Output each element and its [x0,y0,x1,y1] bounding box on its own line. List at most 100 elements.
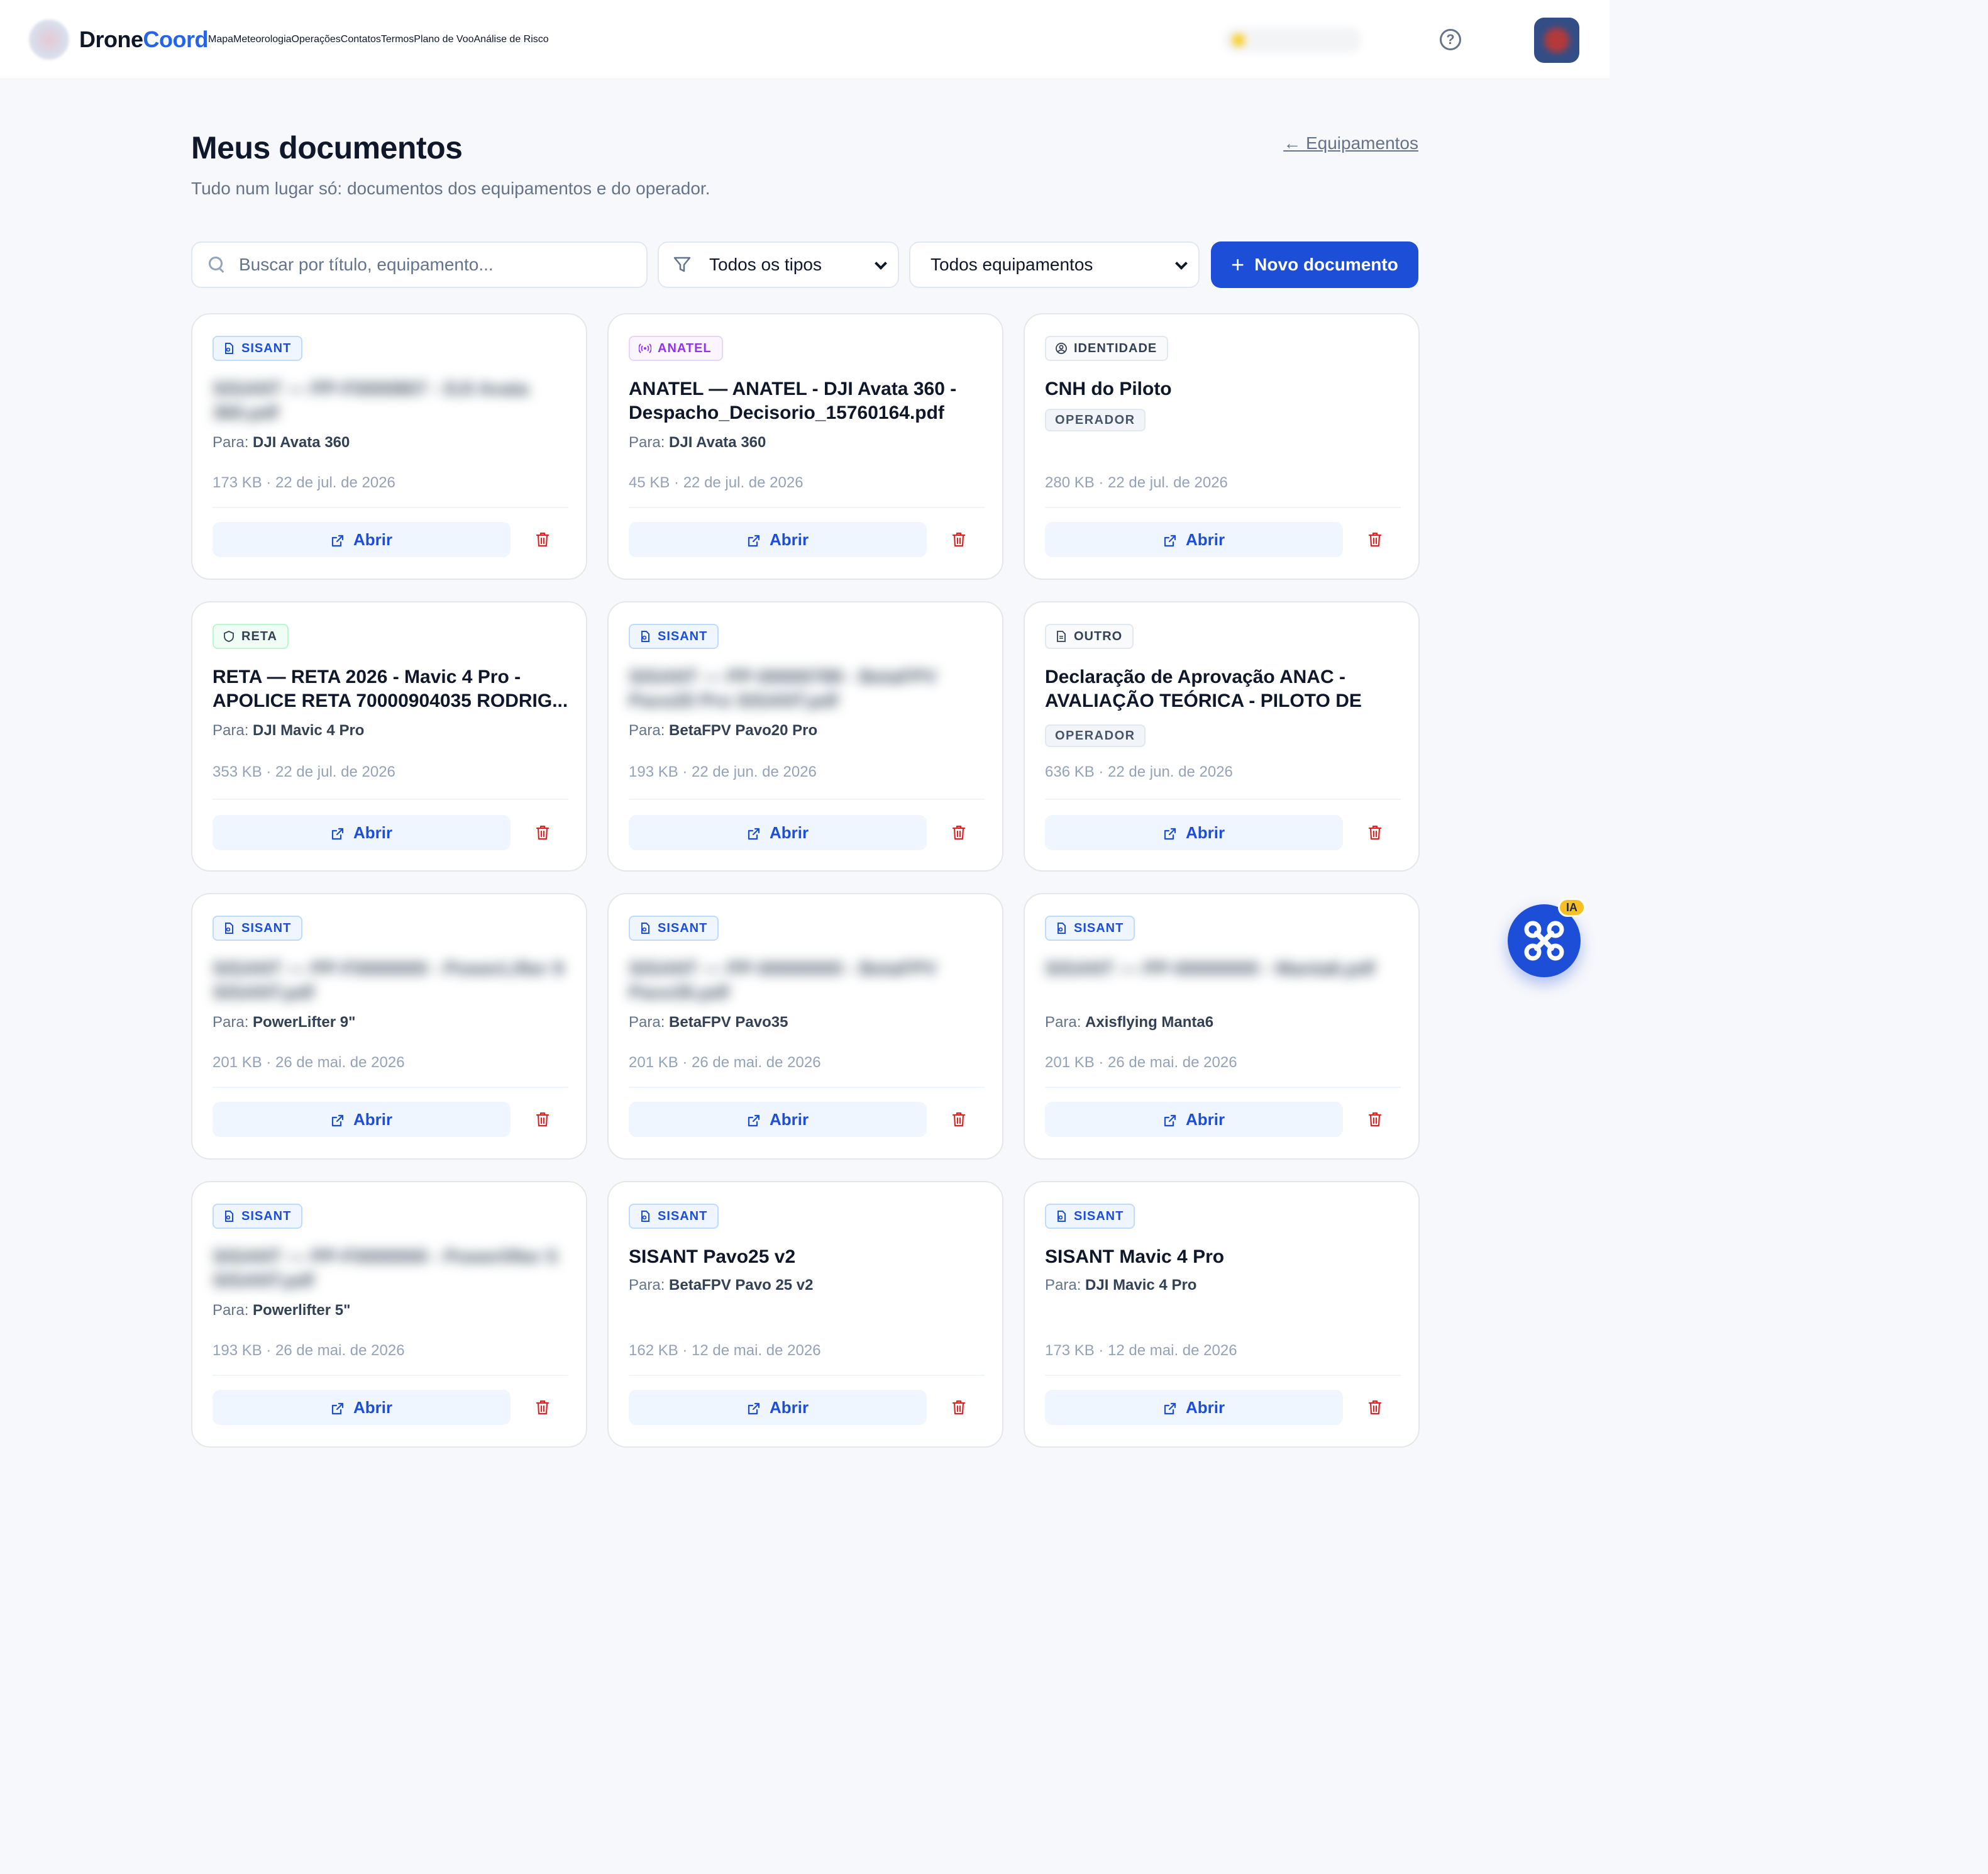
document-meta: 45 KB · 22 de jul. de 2026 [629,474,803,491]
open-document-button[interactable]: Abrir [629,1390,927,1425]
external-link-icon [1163,533,1177,547]
trash-icon[interactable] [536,1111,549,1128]
type-filter-select[interactable]: Todos os tipos [658,241,899,288]
equipment-filter-select[interactable]: Todos equipamentos [909,241,1200,288]
document-type-badge: OUTRO [1045,624,1134,649]
nav-item-termos[interactable]: Termos [381,34,414,45]
document-type-badge: IDENTIDADE [1045,336,1169,361]
app-name: DroneCoord [79,26,209,52]
file-text-icon [1055,630,1068,643]
help-icon[interactable]: ? [1440,29,1461,50]
chevron-down-icon [875,257,887,270]
nav-item-mapa[interactable]: Mapa [208,34,233,45]
nav-item-meteorologia[interactable]: Meteorologia [233,34,292,45]
trash-icon[interactable] [1368,824,1382,841]
open-document-button[interactable]: Abrir [1045,1390,1343,1425]
divider [629,507,985,508]
nav-item-contatos[interactable]: Contatos [341,34,381,45]
radio-icon [638,342,652,355]
document-card: RETA RETA — RETA 2026 - Mavic 4 Pro - APO… [191,601,587,872]
trash-icon[interactable] [1368,1399,1382,1416]
document-type-badge: SISANT [629,1204,719,1229]
open-document-button[interactable]: Abrir [629,815,927,850]
document-meta: 201 KB · 26 de mai. de 2026 [213,1054,405,1071]
file-badge-icon [639,630,651,643]
trash-icon[interactable] [1368,531,1382,548]
document-card: SISANT SISANT Pavo25 v2 Para: BetaFPV Pav… [607,1181,1003,1448]
open-document-button[interactable]: Abrir [213,522,511,557]
document-card: SISANT SISANT — PP-F0000000 - PowerLifter… [191,893,587,1160]
file-badge-icon [223,342,235,355]
open-document-button[interactable]: Abrir [1045,815,1343,850]
divider [213,1375,568,1376]
new-document-button[interactable]: + Novo documento [1211,241,1418,288]
search-input[interactable] [239,255,629,275]
document-card: ANATEL ANATEL — ANATEL - DJI Avata 360 - … [607,313,1003,580]
document-meta: 162 KB · 12 de mai. de 2026 [629,1342,821,1359]
document-type-badge: SISANT [213,336,303,361]
logo-mark-icon [29,19,69,60]
document-meta: 201 KB · 26 de mai. de 2026 [629,1054,821,1071]
file-badge-icon [223,922,235,934]
external-link-icon [331,826,345,840]
document-type-badge: SISANT [1045,916,1135,941]
external-link-icon [331,533,345,547]
divider [213,1087,568,1088]
type-filter-value: Todos os tipos [709,255,822,274]
nav-item-plano-de-voo[interactable]: Plano de Voo [414,34,473,45]
open-document-button[interactable]: Abrir [629,1102,927,1137]
avatar[interactable] [1534,18,1579,63]
shield-icon [223,630,235,643]
document-card: SISANT SISANT — PP-00000000 - Manta6.pdf … [1024,893,1420,1160]
equipment-filter-value: Todos equipamentos [930,255,1093,274]
document-type-badge: RETA [213,624,289,649]
open-document-button[interactable]: Abrir [213,1102,511,1137]
trash-icon[interactable] [1368,1111,1382,1128]
document-title: Declaração de Aprovação ANAC - AVALIAÇÃO… [1045,667,1362,711]
divider [213,507,568,508]
document-card: SISANT SISANT Mavic 4 Pro Para: DJI Mavic… [1024,1181,1420,1448]
app-logo[interactable]: DroneCoord [29,19,209,60]
trash-icon[interactable] [536,824,549,841]
document-title: SISANT — PP-F0000000 - Powerlifter 5 SIS… [213,1246,558,1291]
document-title: SISANT Pavo25 v2 [629,1246,796,1267]
back-to-equipments-link[interactable]: ← Equipamentos [1283,133,1418,153]
drone-icon [1524,921,1564,961]
trash-icon[interactable] [536,1399,549,1416]
trash-icon[interactable] [952,1111,966,1128]
credits-badge[interactable] [1223,28,1362,53]
divider [629,799,985,800]
document-card: SISANT SISANT — PP-00000789 - BetaFPV Pav… [607,601,1003,872]
document-title: SISANT Mavic 4 Pro [1045,1246,1225,1267]
file-badge-icon [639,922,651,934]
trash-icon[interactable] [952,824,966,841]
document-type-badge: SISANT [1045,1204,1135,1229]
trash-icon[interactable] [536,531,549,548]
nav-item-analise-de-risco[interactable]: Análise de Risco [474,34,549,45]
trash-icon[interactable] [952,531,966,548]
open-document-button[interactable]: Abrir [1045,1102,1343,1137]
divider [1045,799,1401,800]
document-meta: 201 KB · 26 de mai. de 2026 [1045,1054,1237,1071]
search-box[interactable] [191,241,648,288]
document-title: SISANT — PP-F0000807 - DJI Avata 360.pdf [213,379,529,423]
document-type-badge: SISANT [629,624,719,649]
top-navbar: DroneCoord Mapa Meteorologia Operações C… [0,0,1610,79]
document-title: CNH do Piloto [1045,379,1172,399]
external-link-icon [747,533,761,547]
nav-item-operacoes[interactable]: Operações [292,34,341,45]
plus-icon: + [1231,252,1245,277]
document-type-badge: SISANT [629,916,719,941]
external-link-icon [331,1112,345,1127]
document-card: SISANT SISANT — PP-F0000000 - Powerlifter… [191,1181,587,1448]
open-document-button[interactable]: Abrir [213,815,511,850]
document-meta: 353 KB · 22 de jul. de 2026 [213,763,395,780]
document-meta: 173 KB · 22 de jul. de 2026 [213,474,395,491]
open-document-button[interactable]: Abrir [213,1390,511,1425]
file-badge-icon [639,1210,651,1223]
open-document-button[interactable]: Abrir [1045,522,1343,557]
document-type-badge: ANATEL [629,336,723,361]
trash-icon[interactable] [952,1399,966,1416]
document-meta: 636 KB · 22 de jun. de 2026 [1045,763,1233,780]
open-document-button[interactable]: Abrir [629,522,927,557]
